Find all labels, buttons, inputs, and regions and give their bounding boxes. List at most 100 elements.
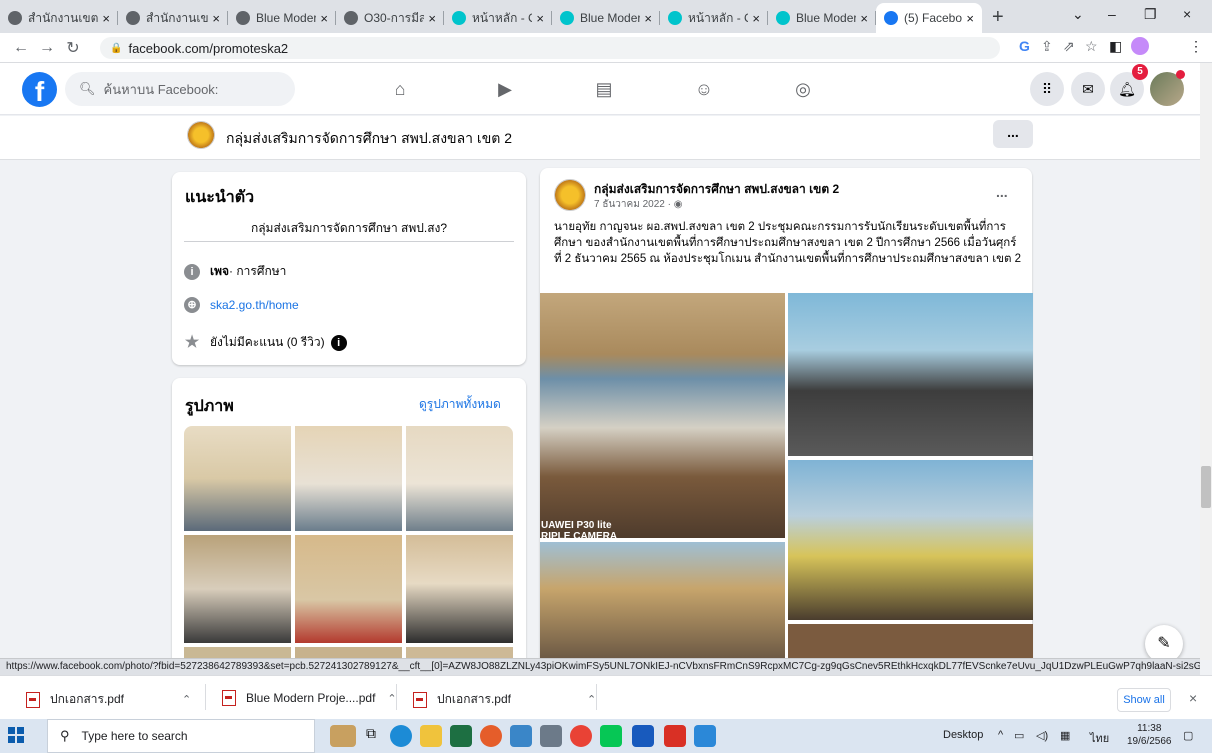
edge-icon[interactable] bbox=[390, 725, 412, 747]
gaming-icon[interactable]: ◎ bbox=[789, 75, 817, 103]
account-avatar[interactable] bbox=[1150, 70, 1185, 106]
post-photo[interactable] bbox=[540, 293, 785, 538]
browser-tab[interactable]: หน้าหลัก - Ca× bbox=[444, 3, 552, 33]
page-more-button[interactable]: ... bbox=[993, 120, 1033, 148]
photo-thumbnail[interactable] bbox=[295, 535, 402, 643]
scrollbar-thumb[interactable] bbox=[1201, 466, 1211, 508]
show-all-downloads-button[interactable]: Show all bbox=[1117, 688, 1171, 712]
taskbar-search-input[interactable]: ⚲ Type here to search bbox=[47, 719, 315, 753]
app-icon[interactable] bbox=[540, 725, 562, 747]
photo-thumbnail[interactable] bbox=[406, 426, 513, 531]
volume-icon[interactable]: ◁) bbox=[1036, 729, 1048, 742]
line-icon[interactable] bbox=[600, 725, 622, 747]
system-clock[interactable]: 11:38 19/6/2566 bbox=[1127, 722, 1172, 748]
side-panel-icon[interactable]: ◧ bbox=[1109, 38, 1122, 55]
close-tab-icon[interactable]: × bbox=[212, 11, 220, 26]
word-icon[interactable] bbox=[632, 725, 654, 747]
download-item[interactable]: Blue Modern Proje....pdf ⌃ bbox=[222, 690, 397, 706]
menu-kebab-icon[interactable]: ⋮ bbox=[1189, 38, 1203, 55]
browser-tab[interactable]: สำนักงานเขต× bbox=[0, 3, 118, 33]
acrobat-icon[interactable] bbox=[664, 725, 686, 747]
tray-chevron-icon[interactable]: ^ bbox=[998, 729, 1003, 741]
back-arrow-icon[interactable]: ← bbox=[8, 39, 34, 57]
video-icon[interactable]: ▶ bbox=[491, 75, 519, 103]
bookmark-star-icon[interactable]: ☆ bbox=[1085, 38, 1098, 55]
close-tab-icon[interactable]: × bbox=[428, 11, 436, 26]
chevron-up-icon[interactable]: ⌃ bbox=[182, 693, 191, 706]
google-icon[interactable]: G bbox=[1019, 38, 1030, 54]
desktop-toolbar-label[interactable]: Desktop bbox=[943, 729, 983, 741]
photo-thumbnail[interactable] bbox=[295, 647, 402, 658]
photo-thumbnail[interactable] bbox=[184, 647, 291, 658]
browser-tab-active[interactable]: (5) Faceboo × bbox=[876, 3, 982, 33]
browser-tab[interactable]: สำนักงานเขต× bbox=[118, 3, 228, 33]
menu-grid-icon[interactable]: ⠿ bbox=[1030, 72, 1064, 106]
photo-thumbnail[interactable] bbox=[406, 535, 513, 643]
new-tab-button[interactable]: + bbox=[992, 6, 1004, 29]
language-indicator[interactable]: ไทย bbox=[1090, 729, 1109, 747]
home-icon[interactable]: ⌂ bbox=[386, 75, 414, 103]
marketplace-icon[interactable]: ▤ bbox=[590, 75, 618, 103]
photo-thumbnail[interactable] bbox=[184, 535, 291, 643]
close-download-shelf-icon[interactable]: × bbox=[1189, 690, 1197, 706]
post-timestamp[interactable]: 7 ธันวาคม 2022 · ◉ bbox=[594, 197, 682, 212]
window-close-button[interactable]: × bbox=[1183, 6, 1191, 22]
see-all-photos-link[interactable]: ดูรูปภาพทั้งหมด bbox=[419, 395, 501, 414]
post-options-button[interactable]: ... bbox=[996, 184, 1008, 200]
post-photo[interactable] bbox=[540, 542, 785, 658]
close-tab-icon[interactable]: × bbox=[752, 11, 760, 26]
network-icon[interactable]: ▭ bbox=[1014, 729, 1024, 742]
close-tab-icon[interactable]: × bbox=[536, 11, 544, 26]
post-photo[interactable] bbox=[788, 293, 1033, 456]
chevron-up-icon[interactable]: ⌃ bbox=[587, 693, 596, 706]
minimize-button[interactable]: – bbox=[1108, 6, 1116, 22]
file-explorer-icon[interactable] bbox=[420, 725, 442, 747]
groups-icon[interactable]: ☺ bbox=[690, 75, 718, 103]
photos-icon[interactable] bbox=[694, 725, 716, 747]
firefox-icon[interactable] bbox=[480, 725, 502, 747]
download-item[interactable]: ปกเอกสาร.pdf ⌃ bbox=[413, 690, 596, 709]
close-tab-icon[interactable]: × bbox=[966, 11, 974, 26]
windows-start-icon[interactable] bbox=[8, 727, 24, 743]
page-name[interactable]: กลุ่มส่งเสริมการจัดการศึกษา สพป.สงขลา เข… bbox=[226, 128, 512, 150]
post-photo[interactable] bbox=[788, 460, 1033, 620]
profile-icon[interactable] bbox=[1131, 37, 1149, 55]
close-tab-icon[interactable]: × bbox=[102, 11, 110, 26]
photo-thumbnail[interactable] bbox=[295, 426, 402, 531]
browser-tab[interactable]: Blue Moder × bbox=[552, 3, 660, 33]
excel-icon[interactable] bbox=[450, 725, 472, 747]
close-tab-icon[interactable]: × bbox=[860, 11, 868, 26]
share-icon[interactable]: ⇪ bbox=[1041, 38, 1053, 55]
website-link[interactable]: ska2.go.th/home bbox=[210, 298, 299, 312]
task-view-icon[interactable]: ⧉ bbox=[360, 725, 382, 747]
photo-thumbnail[interactable] bbox=[406, 647, 513, 658]
browser-tab[interactable]: O30-การมีส่ × bbox=[336, 3, 444, 33]
send-icon[interactable]: ⇗ bbox=[1063, 38, 1075, 55]
facebook-logo[interactable]: f bbox=[22, 72, 57, 107]
post-photo[interactable] bbox=[788, 624, 1033, 658]
search-highlight-icon[interactable] bbox=[330, 725, 356, 747]
messenger-icon[interactable]: ✉ bbox=[1071, 72, 1105, 106]
reload-icon[interactable]: ↻ bbox=[60, 38, 86, 58]
browser-tab[interactable]: Blue Moder × bbox=[228, 3, 336, 33]
download-item[interactable]: ปกเอกสาร.pdf ⌃ bbox=[26, 690, 191, 709]
app-icon[interactable] bbox=[510, 725, 532, 747]
close-tab-icon[interactable]: × bbox=[644, 11, 652, 26]
pdf-file-icon bbox=[222, 690, 236, 706]
browser-tab[interactable]: Blue Moder × bbox=[768, 3, 876, 33]
tab-search-chevron-icon[interactable]: ⌄ bbox=[1072, 6, 1084, 23]
page-scrollbar[interactable] bbox=[1200, 63, 1212, 660]
page-profile-logo[interactable] bbox=[187, 121, 215, 149]
chrome-icon[interactable] bbox=[570, 725, 592, 747]
restore-button[interactable]: ❐ bbox=[1144, 6, 1157, 23]
browser-tab[interactable]: หน้าหลัก - Ca× bbox=[660, 3, 768, 33]
post-author-avatar[interactable] bbox=[554, 179, 586, 211]
keyboard-icon[interactable]: ▦ bbox=[1060, 729, 1070, 742]
forward-arrow-icon[interactable]: → bbox=[34, 39, 60, 57]
facebook-search-input[interactable]: 🔍︎ ค้นหาบน Facebook: bbox=[65, 72, 295, 106]
close-tab-icon[interactable]: × bbox=[320, 11, 328, 26]
notification-center-icon[interactable]: ▢ bbox=[1183, 729, 1193, 742]
photo-thumbnail[interactable] bbox=[184, 426, 291, 531]
url-field[interactable]: 🔒 facebook.com/promoteska2 bbox=[100, 37, 1000, 59]
rating-info-icon[interactable]: i bbox=[330, 334, 347, 351]
